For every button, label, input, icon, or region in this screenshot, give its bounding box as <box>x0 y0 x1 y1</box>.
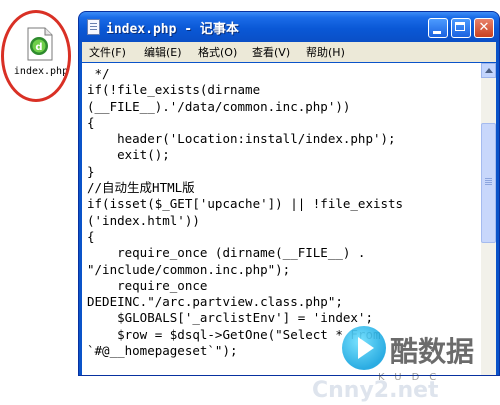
menu-view[interactable]: 查看(V) <box>252 44 290 60</box>
watermark-subtext: KUDC <box>378 372 447 383</box>
scroll-up-icon[interactable] <box>481 63 496 78</box>
watermark-text: 酷数据 <box>390 335 475 368</box>
notepad-icon <box>87 19 100 35</box>
play-logo-icon <box>342 326 386 370</box>
title-bar[interactable]: index.php - 记事本 ✕ <box>79 12 499 42</box>
minimize-button[interactable] <box>428 18 448 38</box>
maximize-button[interactable] <box>451 18 471 38</box>
watermark: Cnny2.net 酷数据 KUDC <box>312 326 497 403</box>
close-button[interactable]: ✕ <box>474 18 494 38</box>
editor-content: */ if(!file_exists(dirname (__FILE__).'/… <box>87 66 404 359</box>
menu-file[interactable]: 文件(F) <box>89 44 126 60</box>
menu-bar: 文件(F) 编辑(E) 格式(O) 查看(V) 帮助(H) <box>82 42 496 62</box>
scroll-thumb[interactable] <box>481 123 496 243</box>
notepad-window: index.php - 记事本 ✕ 文件(F) 编辑(E) 格式(O) 查看(V… <box>79 12 499 375</box>
window-title: index.php - 记事本 <box>106 22 239 37</box>
menu-help[interactable]: 帮助(H) <box>306 44 345 60</box>
menu-format[interactable]: 格式(O) <box>198 44 237 60</box>
highlight-circle <box>1 10 71 102</box>
close-icon: ✕ <box>478 20 490 35</box>
menu-edit[interactable]: 编辑(E) <box>144 44 182 60</box>
